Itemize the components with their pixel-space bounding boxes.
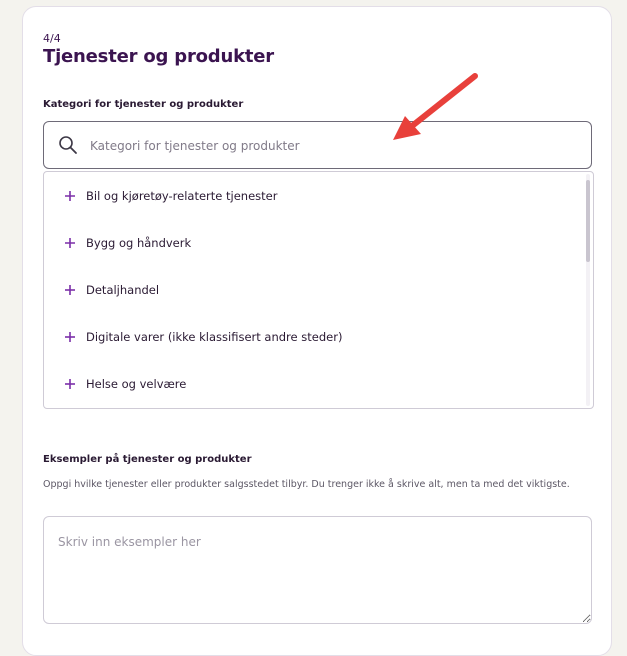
category-option-label: Bil og kjøretøy-relaterte tjenester	[86, 189, 278, 203]
category-option-label: Detaljhandel	[86, 283, 160, 297]
category-search-box[interactable]	[43, 121, 592, 169]
category-option-label: Helse og velvære	[86, 377, 187, 391]
scrollbar-thumb[interactable]	[586, 180, 590, 262]
section-title: Tjenester og produkter	[43, 46, 274, 67]
plus-icon	[65, 379, 75, 389]
category-option[interactable]: Bil og kjøretøy-relaterte tjenester	[44, 181, 584, 211]
examples-description: Oppgi hvilke tjenester eller produkter s…	[43, 479, 570, 490]
category-option[interactable]: Detaljhandel	[44, 275, 584, 305]
category-label: Kategori for tjenester og produkter	[43, 99, 244, 110]
plus-icon	[65, 191, 75, 201]
category-option[interactable]: Digitale varer (ikke klassifisert andre …	[44, 322, 584, 352]
plus-icon	[65, 238, 75, 248]
plus-icon	[65, 285, 75, 295]
annotation-arrow-icon	[393, 73, 478, 140]
category-search-input[interactable]	[90, 134, 570, 158]
examples-label: Eksempler på tjenester og produkter	[43, 454, 252, 465]
category-option[interactable]: Helse og velvære	[44, 369, 584, 399]
examples-textarea[interactable]	[43, 516, 592, 624]
category-option[interactable]: Bygg og håndverk	[44, 228, 584, 258]
category-option-label: Digitale varer (ikke klassifisert andre …	[86, 330, 343, 344]
search-icon	[58, 135, 78, 155]
step-counter: 4/4	[43, 32, 61, 45]
category-option-label: Bygg og håndverk	[86, 236, 192, 250]
category-options-list[interactable]: Bil og kjøretøy-relaterte tjenester Bygg…	[43, 171, 594, 409]
plus-icon	[65, 332, 75, 342]
